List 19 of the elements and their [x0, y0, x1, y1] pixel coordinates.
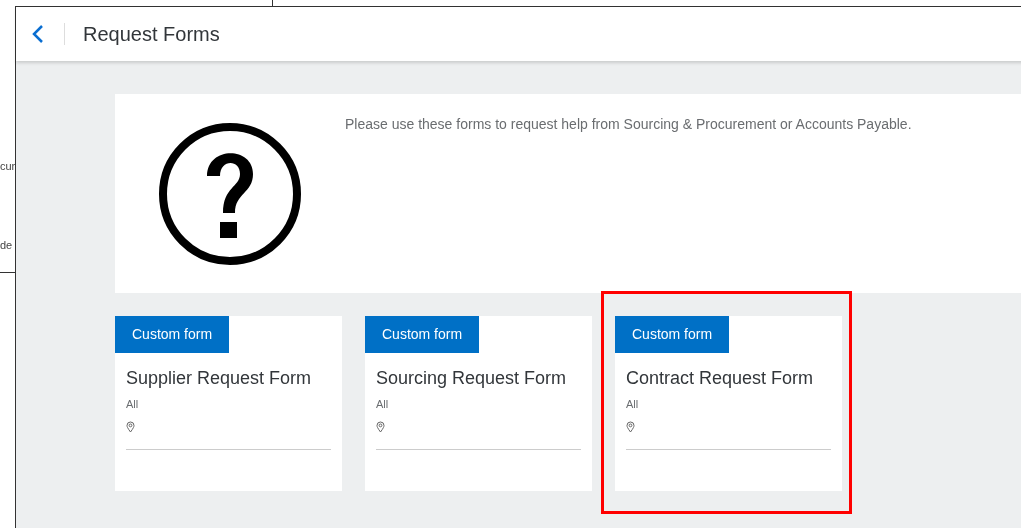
- form-title: Supplier Request Form: [126, 368, 312, 388]
- window-title: Request Forms: [83, 22, 220, 47]
- question-icon: [157, 120, 303, 267]
- form-title: Sourcing Request Form: [376, 368, 567, 388]
- form-scope: All: [376, 397, 389, 412]
- form-type-label: Custom form: [115, 316, 230, 353]
- form-card[interactable]: Custom form Sourcing Request Form All: [365, 316, 592, 491]
- form-scope: All: [626, 397, 639, 412]
- form-type-label: Custom form: [615, 316, 730, 353]
- form-card[interactable]: Custom form Contract Request Form All: [615, 316, 842, 491]
- form-type-label: Custom form: [365, 316, 480, 353]
- intro-text: Please use these forms to request help from Sourcing & Procurement or Accounts Payable.: [345, 115, 912, 134]
- form-scope: All: [126, 397, 139, 412]
- location-pin-icon: [126, 421, 135, 433]
- location-pin-icon: [376, 421, 385, 433]
- form-card[interactable]: Custom form Supplier Request Form All: [115, 316, 342, 491]
- location-pin-icon: [626, 421, 635, 433]
- background-text: de: [0, 238, 13, 253]
- form-title: Contract Request Form: [626, 368, 814, 388]
